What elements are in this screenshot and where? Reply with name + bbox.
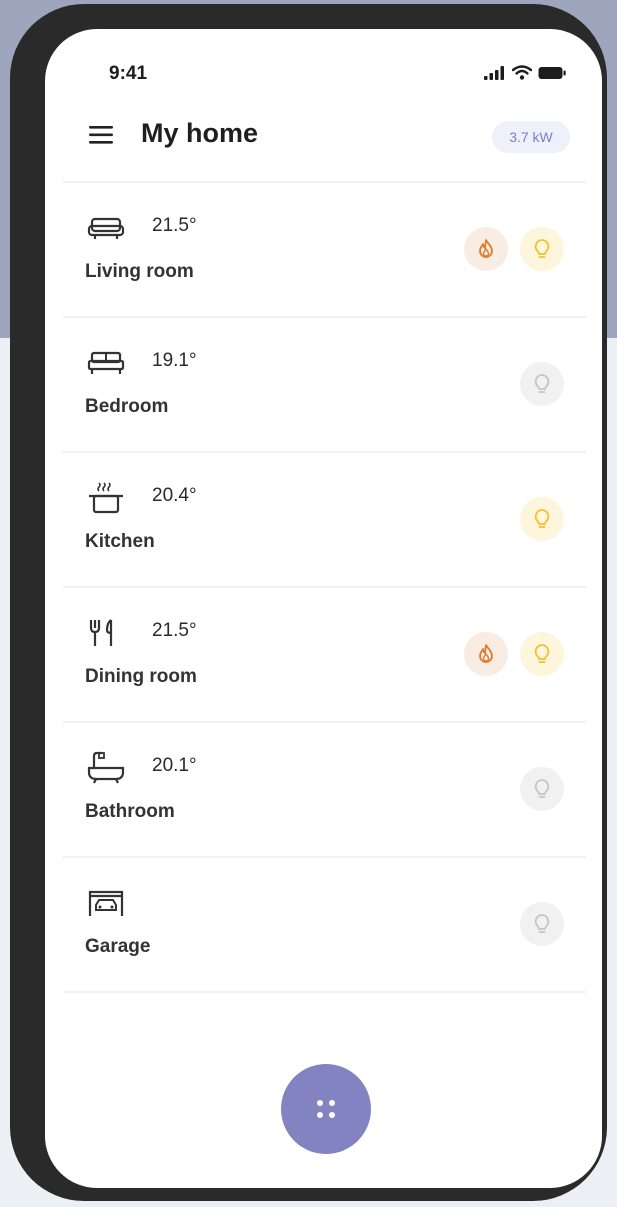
power-usage-badge[interactable]: 3.7 kW <box>492 121 570 153</box>
garage-car-icon <box>87 886 125 920</box>
signal-icon <box>484 65 504 80</box>
lightbulb-icon <box>534 914 550 933</box>
room-temperature: 20.4° <box>152 485 197 506</box>
room-temperature: 20.1° <box>152 755 197 776</box>
wifi-icon <box>512 65 532 80</box>
room-name: Bedroom <box>85 396 169 417</box>
apps-fab-button[interactable] <box>281 1064 371 1154</box>
status-time: 9:41 <box>109 63 148 84</box>
light-toggle[interactable] <box>520 632 564 676</box>
cutlery-icon <box>87 616 125 650</box>
room-row[interactable]: 21.5° Dining room <box>63 586 586 721</box>
light-toggle[interactable] <box>520 362 564 406</box>
heating-toggle[interactable] <box>464 632 508 676</box>
room-temperature: 21.5° <box>152 620 197 641</box>
flame-icon <box>479 644 493 663</box>
room-row[interactable]: 20.4° Kitchen <box>63 451 586 586</box>
room-name: Living room <box>85 261 194 282</box>
lightbulb-icon <box>534 779 550 798</box>
room-name: Kitchen <box>85 531 155 552</box>
bathtub-icon <box>87 751 125 785</box>
lightbulb-icon <box>534 644 550 663</box>
room-temperature: 19.1° <box>152 350 197 371</box>
room-row[interactable]: 21.5° Living room <box>63 181 586 316</box>
flame-icon <box>479 239 493 258</box>
room-row[interactable]: Garage <box>63 856 586 993</box>
room-name: Dining room <box>85 666 197 687</box>
light-toggle[interactable] <box>520 767 564 811</box>
room-list: 21.5° Living room 19.1° Bedroom 20.4° Kitchen… <box>63 181 586 993</box>
room-name: Bathroom <box>85 801 175 822</box>
room-name: Garage <box>85 936 151 957</box>
status-icons <box>484 65 566 80</box>
lightbulb-icon <box>534 374 550 393</box>
heating-toggle[interactable] <box>464 227 508 271</box>
hamburger-menu-icon[interactable] <box>89 124 115 146</box>
phone-frame: 9:41 My home 3.7 kW 21.5° Living room 19… <box>10 4 607 1201</box>
app-screen: 9:41 My home 3.7 kW 21.5° Living room 19… <box>45 29 602 1188</box>
room-row[interactable]: 20.1° Bathroom <box>63 721 586 856</box>
lightbulb-icon <box>534 509 550 528</box>
sofa-icon <box>87 211 125 245</box>
battery-icon <box>538 66 566 79</box>
light-toggle[interactable] <box>520 227 564 271</box>
room-temperature: 21.5° <box>152 215 197 236</box>
page-title: My home <box>141 118 259 148</box>
bed-icon <box>87 346 125 380</box>
lightbulb-icon <box>534 239 550 258</box>
light-toggle[interactable] <box>520 497 564 541</box>
cooking-pot-icon <box>87 481 125 515</box>
light-toggle[interactable] <box>520 902 564 946</box>
four-dots-grid-icon <box>317 1100 335 1118</box>
room-row[interactable]: 19.1° Bedroom <box>63 316 586 451</box>
